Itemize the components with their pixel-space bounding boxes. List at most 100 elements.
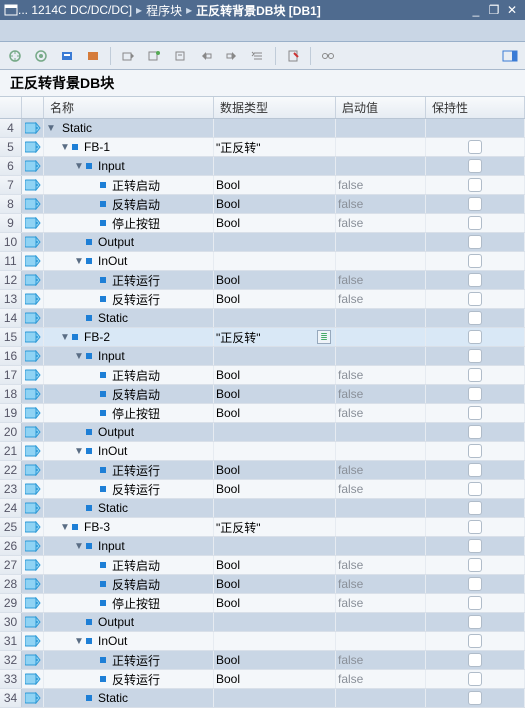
row-number[interactable]: 14 <box>0 309 22 327</box>
init-cell[interactable]: false <box>336 366 426 384</box>
type-cell[interactable] <box>214 252 336 270</box>
retain-cell[interactable] <box>426 347 525 365</box>
table-row[interactable]: 9停止按钮Boolfalse <box>0 214 525 233</box>
minimize-button[interactable]: _ <box>467 3 485 17</box>
type-cell[interactable] <box>214 537 336 555</box>
row-number[interactable]: 20 <box>0 423 22 441</box>
toolbar-btn-1[interactable] <box>6 47 24 65</box>
init-cell[interactable] <box>336 689 426 707</box>
expand-down-icon[interactable]: ▼ <box>74 256 84 267</box>
type-cell[interactable]: Bool <box>214 575 336 593</box>
breadcrumb-1[interactable]: ... 1214C DC/DC/DC] <box>18 3 132 17</box>
row-number[interactable]: 26 <box>0 537 22 555</box>
retain-cell[interactable] <box>426 556 525 574</box>
name-cell[interactable]: 正转运行 <box>44 271 214 289</box>
retain-checkbox[interactable] <box>468 558 482 572</box>
retain-checkbox[interactable] <box>468 539 482 553</box>
retain-checkbox[interactable] <box>468 672 482 686</box>
retain-checkbox[interactable] <box>468 653 482 667</box>
retain-checkbox[interactable] <box>468 634 482 648</box>
table-row[interactable]: 26▼Input <box>0 537 525 556</box>
row-number[interactable]: 18 <box>0 385 22 403</box>
row-number[interactable]: 12 <box>0 271 22 289</box>
retain-checkbox[interactable] <box>468 140 482 154</box>
name-cell[interactable]: ▼InOut <box>44 632 214 650</box>
retain-cell[interactable] <box>426 119 525 137</box>
type-cell[interactable]: Bool <box>214 214 336 232</box>
type-cell[interactable]: Bool <box>214 290 336 308</box>
init-cell[interactable]: false <box>336 214 426 232</box>
init-cell[interactable]: false <box>336 651 426 669</box>
retain-checkbox[interactable] <box>468 216 482 230</box>
row-number[interactable]: 28 <box>0 575 22 593</box>
init-cell[interactable] <box>336 157 426 175</box>
toolbar-btn-6[interactable] <box>145 47 163 65</box>
name-cell[interactable]: 反转启动 <box>44 385 214 403</box>
retain-checkbox[interactable] <box>468 349 482 363</box>
init-cell[interactable] <box>336 309 426 327</box>
name-cell[interactable]: 正转启动 <box>44 176 214 194</box>
table-row[interactable]: 13反转运行Boolfalse <box>0 290 525 309</box>
retain-cell[interactable] <box>426 214 525 232</box>
table-row[interactable]: 24Static <box>0 499 525 518</box>
row-number[interactable]: 34 <box>0 689 22 707</box>
type-cell[interactable]: Bool <box>214 366 336 384</box>
retain-cell[interactable] <box>426 271 525 289</box>
init-cell[interactable]: false <box>336 176 426 194</box>
retain-checkbox[interactable] <box>468 596 482 610</box>
init-cell[interactable]: false <box>336 271 426 289</box>
header-type[interactable]: 数据类型 <box>214 97 336 118</box>
init-cell[interactable] <box>336 347 426 365</box>
init-cell[interactable]: false <box>336 670 426 688</box>
retain-checkbox[interactable] <box>468 577 482 591</box>
name-cell[interactable]: Output <box>44 423 214 441</box>
row-number[interactable]: 33 <box>0 670 22 688</box>
breadcrumb-3[interactable]: 正反转背景DB块 [DB1] <box>196 2 321 19</box>
toolbar-btn-10[interactable] <box>249 47 267 65</box>
init-cell[interactable] <box>336 537 426 555</box>
row-number[interactable]: 6 <box>0 157 22 175</box>
retain-cell[interactable] <box>426 499 525 517</box>
retain-checkbox[interactable] <box>468 159 482 173</box>
retain-checkbox[interactable] <box>468 615 482 629</box>
type-cell[interactable]: Bool <box>214 651 336 669</box>
row-number[interactable]: 8 <box>0 195 22 213</box>
table-row[interactable]: 6▼Input <box>0 157 525 176</box>
row-number[interactable]: 24 <box>0 499 22 517</box>
type-cell[interactable]: Bool <box>214 385 336 403</box>
retain-checkbox[interactable] <box>468 387 482 401</box>
toolbar-btn-8[interactable] <box>197 47 215 65</box>
init-cell[interactable] <box>336 119 426 137</box>
close-button[interactable]: ✕ <box>503 3 521 17</box>
type-cell[interactable]: Bool <box>214 594 336 612</box>
row-number[interactable]: 16 <box>0 347 22 365</box>
type-cell[interactable] <box>214 233 336 251</box>
retain-cell[interactable] <box>426 290 525 308</box>
row-number[interactable]: 22 <box>0 461 22 479</box>
row-number[interactable]: 13 <box>0 290 22 308</box>
retain-cell[interactable] <box>426 670 525 688</box>
table-row[interactable]: 10Output <box>0 233 525 252</box>
type-cell[interactable] <box>214 632 336 650</box>
retain-cell[interactable] <box>426 461 525 479</box>
breadcrumb-2[interactable]: 程序块 <box>146 2 182 19</box>
type-cell[interactable] <box>214 499 336 517</box>
name-cell[interactable]: Output <box>44 613 214 631</box>
table-row[interactable]: 11▼InOut <box>0 252 525 271</box>
row-number[interactable]: 15 <box>0 328 22 346</box>
row-number[interactable]: 10 <box>0 233 22 251</box>
type-cell[interactable] <box>214 442 336 460</box>
retain-cell[interactable] <box>426 537 525 555</box>
expand-down-icon[interactable]: ▼ <box>60 522 70 533</box>
expand-down-icon[interactable]: ▼ <box>60 142 70 153</box>
toolbar-btn-12[interactable] <box>319 47 337 65</box>
type-picker-button[interactable]: ≣ <box>317 330 331 344</box>
type-cell[interactable]: "正反转" <box>214 138 336 156</box>
init-cell[interactable]: false <box>336 461 426 479</box>
table-row[interactable]: 30Output <box>0 613 525 632</box>
retain-cell[interactable] <box>426 480 525 498</box>
retain-cell[interactable] <box>426 518 525 536</box>
header-retain[interactable]: 保持性 <box>426 97 525 118</box>
retain-cell[interactable] <box>426 613 525 631</box>
retain-cell[interactable] <box>426 385 525 403</box>
